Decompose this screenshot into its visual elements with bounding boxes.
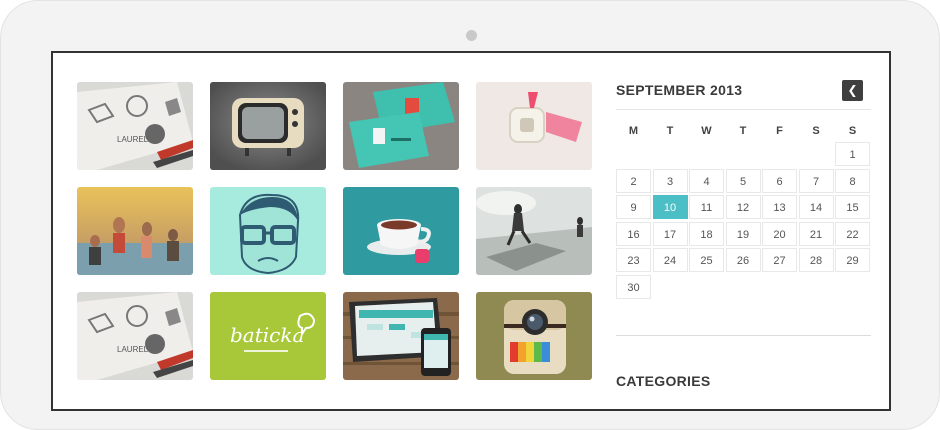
weekday-header: T <box>666 125 674 137</box>
laptop-frame: LAUREL LAUREL baticka SEPTEMBER 2013 ❮ C… <box>0 0 940 430</box>
calendar-day[interactable]: 4 <box>689 168 724 193</box>
thumbnail-running-man[interactable] <box>476 187 592 275</box>
widget-separator <box>616 335 871 336</box>
weekday-header: S <box>848 125 857 137</box>
thumbnail-retro-tv[interactable] <box>210 82 326 170</box>
calendar-day[interactable]: 2 <box>616 168 651 193</box>
thumbnail-beach-people[interactable] <box>77 187 193 275</box>
calendar-divider <box>616 109 871 110</box>
weekday-header: S <box>812 125 820 137</box>
calendar-day[interactable]: 20 <box>762 221 797 246</box>
screen: LAUREL LAUREL baticka SEPTEMBER 2013 ❮ C… <box>51 51 891 411</box>
calendar-day[interactable]: 6 <box>762 168 797 193</box>
calendar-day[interactable]: 26 <box>725 248 761 272</box>
calendar-day[interactable]: 3 <box>652 168 688 193</box>
thumbnail-logo-sketch-2[interactable]: LAUREL <box>77 292 193 380</box>
calendar-day[interactable]: 19 <box>725 221 761 246</box>
thumbnail-instagram-icon[interactable] <box>476 292 592 380</box>
calendar-day[interactable]: 24 <box>652 248 688 272</box>
calendar-day[interactable]: 7 <box>798 168 834 193</box>
calendar-day[interactable]: 23 <box>616 248 651 272</box>
calendar-day[interactable]: 15 <box>835 195 870 219</box>
baticka-logo-text: baticka <box>230 323 304 347</box>
weekday-header: F <box>776 125 783 137</box>
calendar-day[interactable]: 21 <box>798 221 834 246</box>
calendar-day[interactable]: 25 <box>689 248 724 272</box>
calendar-day[interactable]: 14 <box>798 195 834 219</box>
calendar-day[interactable]: 30 <box>616 274 651 299</box>
thumbnail-tablet-phone[interactable] <box>343 292 459 380</box>
calendar-day[interactable]: 13 <box>762 195 797 219</box>
thumbnail-baticka-logo[interactable]: baticka <box>210 292 326 380</box>
categories-title: CATEGORIES <box>616 373 711 389</box>
chevron-left-icon: ❮ <box>847 83 858 97</box>
thumbnail-coffee-cup[interactable] <box>343 187 459 275</box>
calendar-title: SEPTEMBER 2013 <box>616 82 743 98</box>
calendar-day[interactable]: 28 <box>798 248 834 272</box>
calendar-day[interactable]: 17 <box>652 221 688 246</box>
thumbnail-business-cards[interactable] <box>343 82 459 170</box>
calendar-day[interactable]: 27 <box>762 248 797 272</box>
laurel-text-2: LAUREL <box>117 345 149 354</box>
weekday-header: M <box>628 125 639 137</box>
calendar-prev-button[interactable]: ❮ <box>842 80 863 101</box>
thumbnail-man-glasses[interactable] <box>210 187 326 275</box>
calendar-day[interactable]: 18 <box>689 221 724 246</box>
calendar-day[interactable]: 11 <box>689 195 724 219</box>
calendar-day-today[interactable]: 10 <box>652 195 688 219</box>
calendar-day[interactable]: 29 <box>835 248 870 272</box>
calendar-day[interactable]: 12 <box>725 195 761 219</box>
weekday-header: W <box>701 125 712 137</box>
calendar-day[interactable]: 16 <box>616 221 651 246</box>
thumbnail-logo-sketch[interactable]: LAUREL <box>77 82 193 170</box>
camera-dot <box>466 30 477 41</box>
calendar-day[interactable]: 5 <box>725 168 761 193</box>
thumbnail-pink-object[interactable] <box>476 82 592 170</box>
laurel-text: LAUREL <box>117 135 149 144</box>
calendar-day[interactable]: 1 <box>835 142 870 166</box>
weekday-header: T <box>739 125 747 137</box>
calendar-day[interactable]: 8 <box>835 168 870 193</box>
calendar-day[interactable]: 9 <box>616 195 651 219</box>
calendar-day[interactable]: 22 <box>835 221 870 246</box>
